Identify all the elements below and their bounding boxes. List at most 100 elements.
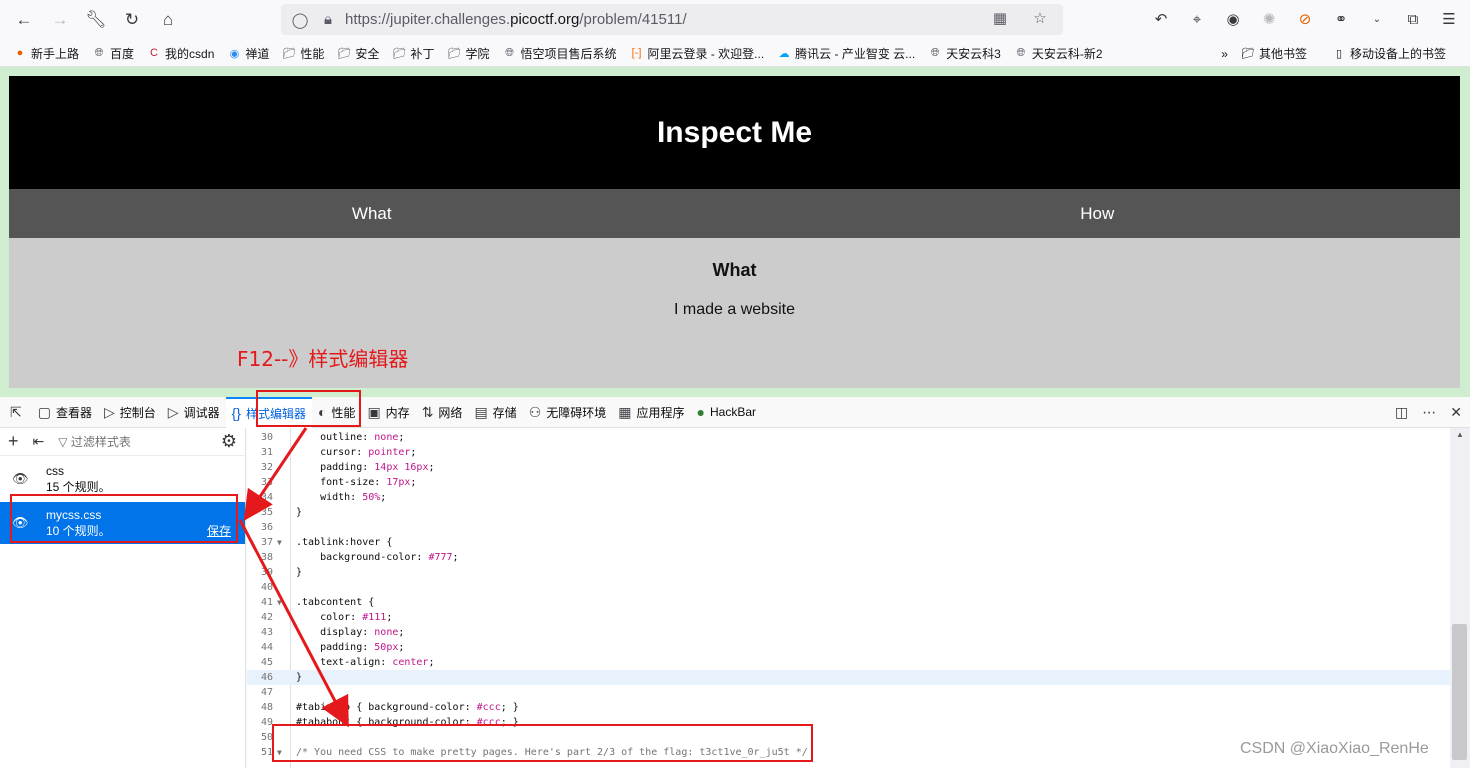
url-text: https://jupiter.challenges.picoctf.org/p… (345, 11, 687, 28)
puzzle-icon[interactable]: ⧉ (1402, 6, 1424, 32)
bookmark-item[interactable]: 🌐︎ 悟空项目售后系统 (501, 45, 616, 62)
add-icon[interactable]: + (8, 431, 19, 452)
code-line[interactable]: 41 ▼ .tabcontent { (247, 595, 1450, 610)
code-text: display: none; (296, 625, 404, 640)
back-icon[interactable]: ← (6, 4, 42, 36)
bookmark-item[interactable]: C 我的csdn (146, 45, 214, 62)
code-line[interactable]: 31 cursor: pointer; (247, 445, 1450, 460)
home-icon[interactable]: ⌂ (150, 4, 186, 36)
code-line[interactable]: 38 background-color: #777; (247, 550, 1450, 565)
devtools-tab-label: 网络 (438, 405, 463, 420)
code-line[interactable]: 43 display: none; (247, 625, 1450, 640)
close-icon[interactable]: ✕ (1450, 404, 1462, 421)
reload-icon[interactable]: ↻ (114, 4, 150, 36)
bookmark-item[interactable]: [-] 阿里云登录 - 欢迎登... (628, 45, 765, 62)
bookmark-label: 性能 (300, 46, 325, 61)
content-heading: What (712, 260, 757, 280)
code-line[interactable]: 39} (247, 565, 1450, 580)
fold-arrow-icon[interactable]: ▼ (277, 535, 282, 550)
chevron-down-icon[interactable]: ⌄ (1366, 6, 1388, 32)
shield-icon[interactable]: ◯ (289, 11, 311, 29)
wrench-icon[interactable]: 🔧︎ (78, 4, 114, 36)
scroll-thumb[interactable] (1452, 624, 1467, 760)
bookmark-item[interactable]: 📁︎ 安全 (336, 45, 379, 62)
screen: ← → 🔧︎ ↻ ⌂ ◯ 🔒︎ https://jupiter.challeng… (0, 0, 1470, 768)
more-options-icon[interactable]: ⋯ (1422, 404, 1436, 421)
bookmark-item[interactable]: 🌐︎ 天安云科-新2 (1013, 45, 1102, 62)
code-line[interactable]: 48 #tabintro { background-color: #ccc; } (247, 700, 1450, 715)
code-line[interactable]: 35} (247, 505, 1450, 520)
dock-icon[interactable]: ◫ (1395, 404, 1408, 421)
chevron-double-right-icon[interactable]: » (1221, 47, 1228, 61)
tab-what[interactable]: What (9, 189, 735, 238)
code-line[interactable]: 34 width: 50%; (247, 490, 1450, 505)
code-line[interactable]: 32 padding: 14px 16px; (247, 460, 1450, 475)
eye-icon[interactable]: 👁︎ (12, 471, 30, 487)
bookmark-item[interactable]: 📁︎ 补丁 (391, 45, 434, 62)
css-code-editor[interactable]: 30 outline: none; 31 cursor: pointer; 32 p… (247, 428, 1450, 768)
devtools-tab-label: 无障碍环境 (546, 405, 607, 420)
bookmark-other[interactable]: 📁︎ 其他书签 (1240, 45, 1307, 62)
element-picker-icon[interactable]: ⇱ (0, 397, 32, 428)
editor-scrollbar[interactable]: ▲ (1450, 428, 1470, 768)
bookmark-item[interactable]: ● 新手上路 (12, 45, 79, 62)
devtools-tab[interactable]: ▦ 应用程序 (612, 397, 690, 428)
star-icon[interactable]: ☆ (1029, 9, 1051, 27)
chat-icon[interactable]: ◉ (1222, 6, 1244, 32)
page-tabs: What How (9, 189, 1460, 238)
menu-icon[interactable]: ☰ (1438, 6, 1460, 32)
devtools-tab[interactable]: ▤ 存储 (468, 397, 522, 428)
devtools-tab[interactable]: ⇅ 网络 (416, 397, 469, 428)
code-line[interactable]: 30 outline: none; (247, 430, 1450, 445)
devtools-tab[interactable]: ▣ 内存 (361, 397, 415, 428)
url-bar[interactable]: ◯ 🔒︎ https://jupiter.challenges.picoctf.… (281, 4, 1063, 35)
import-icon[interactable]: ⇤ (33, 433, 45, 450)
devtools-tab[interactable]: ⚇ 无障碍环境 (523, 397, 613, 428)
bookmark-item[interactable]: 🌐︎ 百度 (91, 45, 134, 62)
bookmark-mobile[interactable]: ▯ 移动设备上的书签 (1331, 45, 1446, 62)
code-line[interactable]: 37 ▼ .tablink:hover { (247, 535, 1450, 550)
filter-icon: ▽ (58, 435, 68, 449)
undo-icon[interactable]: ↶ (1150, 6, 1172, 32)
code-line[interactable]: 45 text-align: center; (247, 655, 1450, 670)
headset-icon[interactable]: ⚭ (1330, 6, 1352, 32)
code-text: text-align: center; (296, 655, 434, 670)
bookmark-item[interactable]: 📁︎ 学院 (446, 45, 489, 62)
devtools-tab[interactable]: ● HackBar (691, 397, 762, 428)
code-line[interactable]: 44 padding: 50px; (247, 640, 1450, 655)
qr-code-icon[interactable]: ▦ (989, 9, 1011, 27)
gear-icon[interactable]: ⚙ (221, 431, 237, 452)
crop-icon[interactable]: ⌖ (1186, 6, 1208, 32)
page-title: Inspect Me (9, 76, 1460, 189)
devtools-tab[interactable]: ▷ 控制台 (98, 397, 162, 428)
code-token: 50% (362, 492, 381, 503)
blocked-extension-icon[interactable]: ⊘ (1294, 6, 1316, 32)
code-line[interactable]: 42 color: #111; (247, 610, 1450, 625)
code-token: ; (398, 642, 405, 653)
tab-how[interactable]: How (735, 189, 1461, 238)
code-line[interactable]: 46} (247, 670, 1450, 685)
filter-input[interactable]: ▽ 过滤样式表 (58, 433, 221, 450)
bookmark-item[interactable]: ☁ 腾讯云 - 产业智变 云... (776, 45, 916, 62)
fold-arrow-icon[interactable]: ▼ (277, 595, 282, 610)
code-token: background-color: (296, 552, 429, 563)
folder-icon: 📁︎ (282, 47, 297, 60)
scroll-up-icon[interactable]: ▲ (1450, 430, 1470, 439)
forward-icon[interactable]: → (42, 4, 78, 36)
bookmark-item[interactable]: 🌐︎ 天安云科3 (927, 45, 1001, 62)
code-line[interactable]: 36 (247, 520, 1450, 535)
code-token: pointer (368, 447, 411, 458)
code-line[interactable]: 33 font-size: 17px; (247, 475, 1450, 490)
storage-icon: ▤ (474, 403, 488, 420)
devtools-tab[interactable]: ▷ 调试器 (162, 397, 226, 428)
devtools-tab[interactable]: ▢ 查看器 (32, 397, 98, 428)
lock-icon[interactable]: 🔒︎ (317, 11, 339, 28)
bookmark-item[interactable]: 📁︎ 性能 (281, 45, 324, 62)
extension-gray-icon[interactable]: ✺ (1258, 6, 1280, 32)
code-token: { (356, 702, 369, 713)
code-token: color: (296, 612, 363, 623)
code-line[interactable]: 47 (247, 685, 1450, 700)
memory-icon: ▣ (367, 403, 381, 420)
bookmark-item[interactable]: ◉ 禅道 (226, 45, 270, 62)
code-line[interactable]: 40 (247, 580, 1450, 595)
